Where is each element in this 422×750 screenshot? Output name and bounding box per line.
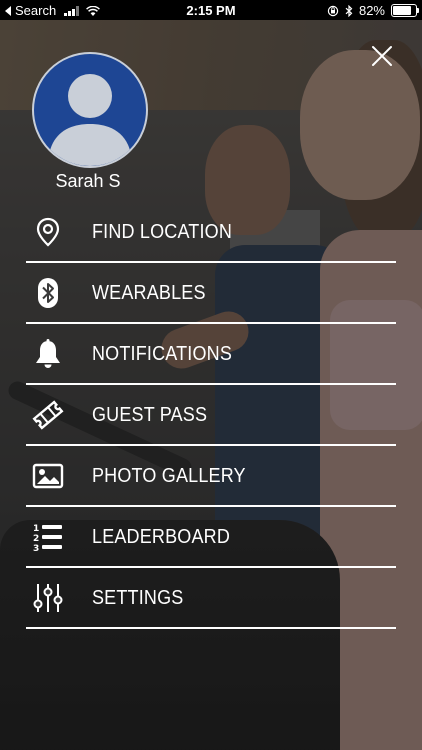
bell-icon: [36, 339, 60, 368]
menu-item-settings[interactable]: SETTINGS: [26, 568, 396, 629]
status-bar: Search 2:15 PM 82%: [0, 0, 422, 20]
bluetooth-icon: [38, 278, 58, 308]
menu-item-wearables[interactable]: WEARABLES: [26, 263, 396, 324]
photo-icon: [32, 463, 64, 489]
location-pin-icon: [36, 217, 60, 247]
menu-item-label: WEARABLES: [92, 282, 206, 304]
svg-text:2: 2: [33, 534, 39, 544]
menu-item-find-location[interactable]: FIND LOCATION: [26, 202, 396, 263]
menu-item-photo-gallery[interactable]: PHOTO GALLERY: [26, 446, 396, 507]
side-menu: FIND LOCATION WEARABLES NOTIFICATIONS GU…: [26, 202, 396, 629]
orientation-lock-icon: [327, 5, 339, 16]
menu-item-guest-pass[interactable]: GUEST PASS: [26, 385, 396, 446]
menu-item-label: GUEST PASS: [92, 404, 208, 426]
sliders-icon: [33, 584, 63, 612]
user-name: Sarah S: [55, 171, 121, 191]
menu-item-label: SETTINGS: [92, 587, 184, 609]
menu-item-label: FIND LOCATION: [92, 221, 233, 243]
user-silhouette-icon: [48, 74, 132, 166]
svg-text:1: 1: [33, 524, 39, 534]
menu-item-label: LEADERBOARD: [92, 526, 231, 548]
avatar[interactable]: [32, 52, 148, 168]
menu-item-leaderboard[interactable]: 1 2 3 LEADERBOARD: [26, 507, 396, 568]
battery-fill: [393, 6, 411, 15]
menu-item-label: PHOTO GALLERY: [92, 465, 246, 487]
battery-percent: 82%: [358, 3, 385, 18]
close-icon[interactable]: [370, 44, 394, 68]
svg-text:3: 3: [33, 544, 39, 553]
menu-item-label: NOTIFICATIONS: [92, 343, 233, 365]
numbered-list-icon: 1 2 3: [33, 524, 62, 553]
menu-item-notifications[interactable]: NOTIFICATIONS: [26, 324, 396, 385]
bluetooth-status-icon: [345, 4, 353, 17]
battery-icon: [391, 4, 419, 17]
ticket-icon: [32, 400, 64, 430]
